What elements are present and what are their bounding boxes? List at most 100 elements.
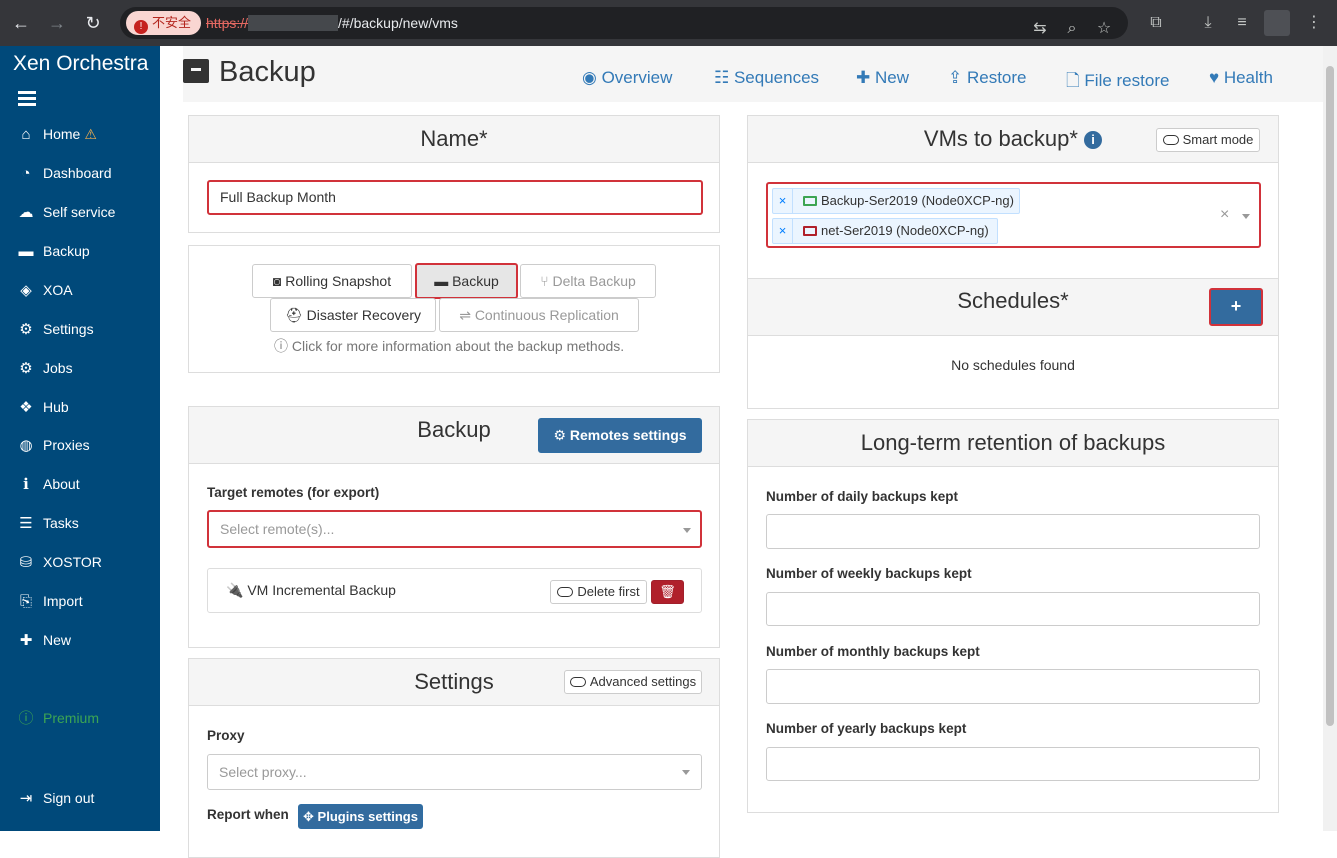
yearly-input[interactable] [766, 747, 1260, 781]
clear-icon[interactable]: × [1220, 206, 1229, 224]
page-title: Backup [183, 56, 316, 89]
forward-icon[interactable]: → [44, 10, 70, 36]
sidebar-item-about[interactable]: ℹ About [16, 472, 79, 496]
zoom-icon[interactable]: ⌕ [1058, 15, 1086, 43]
sign-out-icon: ⇥ [19, 790, 33, 807]
disaster-recovery-button[interactable]: ⛑ Disaster Recovery [270, 298, 436, 332]
page-header: Backup ◉ Overview ☷ Sequences ✚ New ⇪ Re… [183, 46, 1323, 102]
gears-icon: ⚙ [19, 360, 33, 377]
rolling-snapshot-button[interactable]: ◙ Rolling Snapshot [252, 264, 412, 298]
page-scrollbar[interactable] [1323, 46, 1337, 831]
smart-mode-toggle[interactable]: Smart mode [1156, 128, 1260, 152]
translate-icon[interactable]: ⇆ [1026, 15, 1054, 43]
daily-input[interactable] [766, 514, 1260, 549]
continuous-replication-button[interactable]: ⇌ Continuous Replication [439, 298, 639, 332]
vm-tag[interactable]: × net-Ser2019 (Node0XCP-ng) [772, 218, 998, 244]
proxy-label: Proxy [207, 728, 245, 743]
sidebar-item-proxies[interactable]: ◍ Proxies [16, 433, 89, 457]
sidebar-item-tasks[interactable]: ☰ Tasks [16, 511, 79, 535]
download-icon[interactable]: ⤓ [1194, 9, 1222, 37]
info-circle-icon[interactable]: i [1084, 131, 1103, 149]
delete-remote-button[interactable]: 🗑 [651, 580, 684, 604]
bookmark-star-icon[interactable]: ☆ [1090, 15, 1118, 43]
profile-avatar[interactable] [1264, 10, 1290, 36]
backup-name-input[interactable]: Full Backup Month [207, 180, 703, 215]
hamburger-icon[interactable] [18, 91, 36, 106]
sidebar-item-home[interactable]: ⌂ Home ⚠ [16, 122, 96, 146]
sidebar-item-sign-out[interactable]: ⇥ Sign out [16, 786, 95, 810]
vm-running-icon [803, 196, 817, 206]
sidebar-item-hub[interactable]: ❖ Hub [16, 395, 68, 419]
vms-select[interactable]: × Backup-Ser2019 (Node0XCP-ng) × net-Ser20… [766, 182, 1261, 248]
retention-panel: Long-term retention of backups Number of… [747, 419, 1279, 813]
backup-mode-button[interactable]: ▬ Backup [415, 263, 518, 299]
globe-icon: ◍ [19, 437, 33, 454]
sidebar-item-premium[interactable]: ⓘ Premium [16, 706, 99, 730]
sidebar-item-xostor[interactable]: ⛁ XOSTOR [16, 550, 102, 574]
report-when-label: Report when [207, 807, 289, 822]
add-schedule-button[interactable]: + [1209, 288, 1263, 326]
target-remotes-select[interactable]: Select remote(s)... [207, 510, 702, 548]
tab-new[interactable]: ✚ New [856, 68, 909, 88]
menu-icon[interactable]: ⋮ [1300, 9, 1328, 37]
upload-icon: ⇪ [948, 68, 967, 87]
remove-vm-icon[interactable]: × [773, 189, 793, 213]
modes-hint[interactable]: ⓘ Click for more information about the b… [274, 336, 624, 356]
plus-icon: ✚ [19, 632, 33, 649]
cubes-icon: ❖ [19, 399, 33, 416]
eye-icon: ◉ [582, 68, 602, 87]
tasks-icon: ☰ [19, 515, 33, 532]
remotes-settings-button[interactable]: ⚙ Remotes settings [538, 418, 702, 453]
media-icon[interactable]: ≡ [1228, 9, 1256, 37]
tab-health[interactable]: ♥ Health [1209, 68, 1273, 88]
tab-sequences[interactable]: ☷ Sequences [714, 68, 819, 88]
chevron-down-icon [683, 528, 691, 533]
proxy-select[interactable]: Select proxy... [207, 754, 702, 790]
redacted-host [248, 15, 339, 31]
plugins-settings-button[interactable]: ✥ Plugins settings [298, 804, 423, 829]
heartbeat-icon: ♥ [1209, 68, 1224, 87]
archive-icon: ▬ [18, 243, 34, 260]
target-remotes-label: Target remotes (for export) [207, 485, 380, 500]
tab-restore[interactable]: ⇪ Restore [948, 68, 1027, 88]
extensions-icon[interactable]: ⧉ [1142, 9, 1170, 37]
tab-overview[interactable]: ◉ Overview [582, 68, 672, 88]
tab-file-restore[interactable]: 🗋 File restore [1066, 68, 1169, 97]
main-content: Backup ◉ Overview ☷ Sequences ✚ New ⇪ Re… [160, 46, 1323, 858]
reload-icon[interactable]: ↻ [80, 10, 106, 36]
url-text[interactable]: https:///#/backup/new/vms [206, 7, 458, 39]
delta-backup-button[interactable]: ⑂ Delta Backup [520, 264, 656, 298]
advanced-settings-toggle[interactable]: Advanced settings [564, 670, 702, 694]
vm-tag[interactable]: × Backup-Ser2019 (Node0XCP-ng) [772, 188, 1020, 214]
sidebar-item-settings[interactable]: ⚙ Settings [16, 317, 93, 341]
cube-icon: ◈ [20, 282, 32, 299]
remove-vm-icon[interactable]: × [773, 219, 793, 243]
monthly-input[interactable] [766, 669, 1260, 704]
remote-mode-row: 🔌 VM Incremental Backup Delete first 🗑 [207, 568, 702, 613]
yearly-label: Number of yearly backups kept [766, 721, 967, 736]
file-icon: 🗋 [1066, 71, 1085, 90]
weekly-input[interactable] [766, 592, 1260, 626]
sidebar-item-jobs[interactable]: ⚙ Jobs [16, 356, 72, 380]
sidebar-item-backup[interactable]: ▬ Backup [16, 239, 90, 263]
brand-title[interactable]: Xen Orchestra [13, 52, 148, 76]
delete-first-toggle[interactable]: Delete first [550, 580, 647, 604]
sidebar-item-xoa[interactable]: ◈ XOA [16, 278, 72, 302]
settings-panel: Settings Advanced settings Proxy Select … [188, 658, 720, 858]
address-bar[interactable]: ! 不安全 https:///#/backup/new/vms ⇆ ⌕ ☆ [120, 7, 1128, 39]
monthly-label: Number of monthly backups kept [766, 644, 980, 659]
sidebar-item-import[interactable]: ⎘ Import [16, 589, 83, 613]
toggle-icon [557, 587, 574, 597]
sidebar-item-new[interactable]: ✚ New [16, 628, 71, 652]
scrollbar-thumb[interactable] [1326, 66, 1334, 726]
back-icon[interactable]: ← [8, 10, 34, 36]
backup-panel: Backup ⚙ Remotes settings Target remotes… [188, 406, 720, 648]
gear-icon: ⚙ [19, 321, 33, 338]
sidebar-item-self-service[interactable]: ☁ Self service [16, 200, 116, 224]
database-icon: ⛁ [19, 554, 33, 571]
sidebar: Xen Orchestra ⌂ Home ⚠ ◔ Dashboard ☁ Self se… [0, 46, 160, 831]
insecure-badge[interactable]: ! 不安全 [126, 11, 202, 35]
sidebar-item-dashboard[interactable]: ◔ Dashboard [16, 161, 111, 185]
toggle-icon [1162, 135, 1179, 145]
insecure-icon: ! [134, 20, 148, 34]
